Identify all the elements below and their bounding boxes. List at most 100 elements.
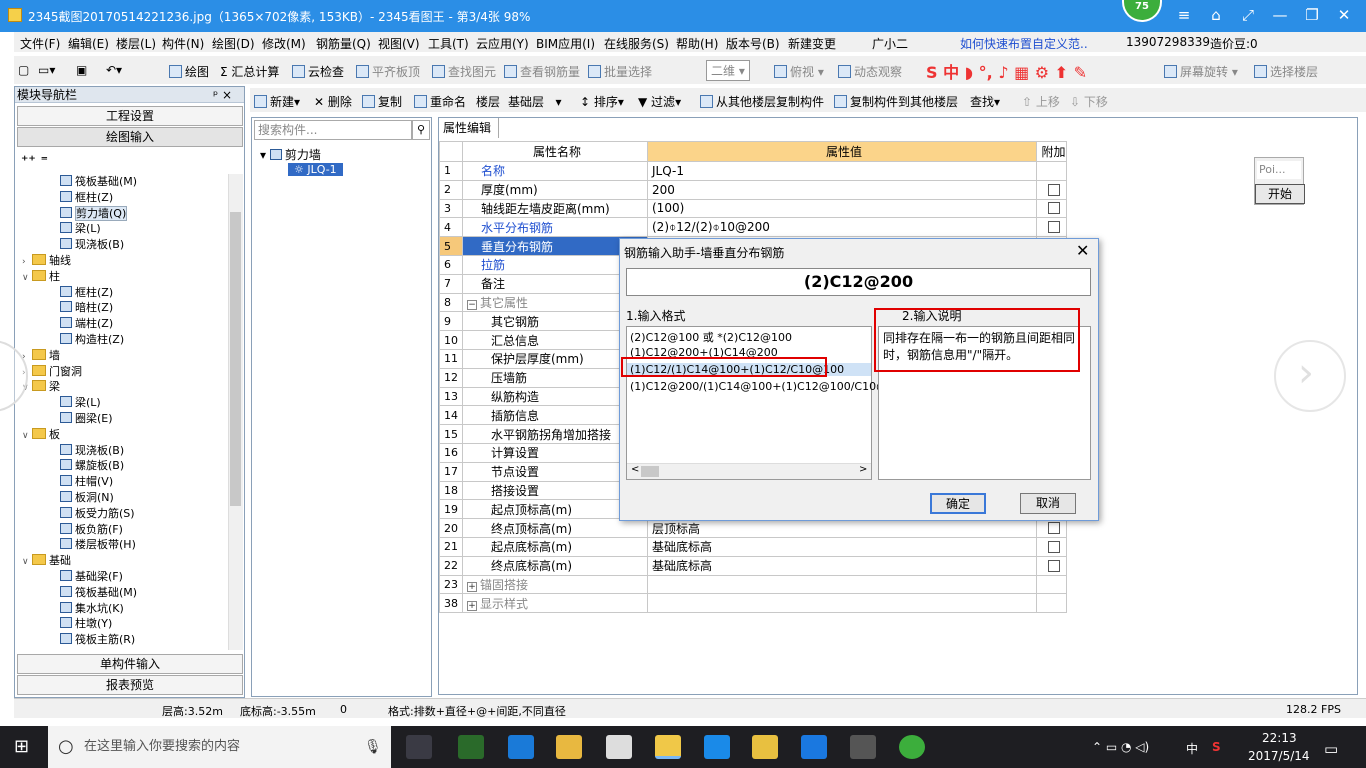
dialog-close-icon[interactable]: ✕ bbox=[1076, 241, 1089, 260]
tree-item[interactable]: › 墙 bbox=[22, 348, 60, 363]
user-account[interactable]: 13907298339 bbox=[1126, 35, 1210, 49]
extra-checkbox[interactable] bbox=[1036, 555, 1067, 576]
tree-root-shear-wall[interactable]: ▾ 剪力墙 bbox=[260, 146, 321, 163]
extra-checkbox[interactable] bbox=[1036, 198, 1067, 219]
copy-to-floor-button[interactable]: 复制构件到其他楼层 bbox=[834, 93, 958, 110]
app2-icon[interactable] bbox=[704, 735, 730, 759]
menu-file[interactable]: 文件(F) bbox=[20, 35, 60, 52]
batch-select-button[interactable]: 批量选择 bbox=[588, 63, 652, 80]
expand-collapse-icon[interactable]: ⁺⁺ ⁼ bbox=[21, 153, 48, 169]
tree-item[interactable]: 柱墩(Y) bbox=[60, 616, 112, 631]
tree-item[interactable]: 集水坑(K) bbox=[60, 601, 124, 616]
open-file-icon[interactable]: ▭▾ bbox=[38, 63, 55, 77]
property-value[interactable] bbox=[647, 593, 1037, 614]
tree-item[interactable]: › 轴线 bbox=[22, 253, 71, 268]
menu-assistant[interactable]: 广小二 bbox=[872, 35, 908, 52]
explorer-icon[interactable] bbox=[556, 735, 582, 759]
tree-item[interactable]: ∨ 梁 bbox=[22, 379, 60, 394]
pin-close-icon[interactable]: ᵖ × bbox=[213, 87, 232, 103]
tree-item[interactable]: 构造柱(Z) bbox=[60, 332, 124, 347]
extra-checkbox[interactable] bbox=[1036, 574, 1067, 595]
extra-checkbox[interactable] bbox=[1036, 593, 1067, 614]
new-file-icon[interactable]: ▢ bbox=[18, 63, 29, 77]
menu-cloud[interactable]: 云应用(Y) bbox=[476, 35, 529, 52]
help-link[interactable]: 如何快速布置自定义范.. bbox=[960, 35, 1088, 52]
rotate-screen-button[interactable]: 屏幕旋转 ▾ bbox=[1164, 63, 1238, 80]
property-value[interactable]: 层顶标高 bbox=[647, 518, 1037, 538]
tree-item[interactable]: 圈梁(E) bbox=[60, 411, 113, 426]
next-image-icon[interactable]: › bbox=[1274, 340, 1346, 412]
tree-item[interactable]: 筏板基础(M) bbox=[60, 174, 137, 189]
format-hscrollbar[interactable]: < > bbox=[627, 463, 871, 479]
tree-item[interactable]: 梁(L) bbox=[60, 221, 101, 236]
extra-checkbox[interactable] bbox=[1036, 217, 1067, 238]
menu-component[interactable]: 构件(N) bbox=[162, 35, 204, 52]
save-icon[interactable]: ▣ bbox=[76, 63, 87, 77]
tree-item[interactable]: 螺旋板(B) bbox=[60, 458, 124, 473]
tray-icons[interactable]: ⌃ ▭ ◔ ◁) bbox=[1092, 740, 1149, 754]
menu-view[interactable]: 视图(V) bbox=[378, 35, 420, 52]
menu-new-change[interactable]: 新建变更 bbox=[788, 35, 836, 52]
tree-item[interactable]: 框柱(Z) bbox=[60, 285, 113, 300]
score-badge[interactable]: 75 bbox=[1122, 0, 1162, 22]
tree-item[interactable]: 现浇板(B) bbox=[60, 443, 124, 458]
component-search-input[interactable]: 搜索构件... bbox=[254, 120, 412, 140]
property-value[interactable]: 基础底标高 bbox=[647, 536, 1037, 557]
menu-modify[interactable]: 修改(M) bbox=[262, 35, 306, 52]
tree-item[interactable]: 暗柱(Z) bbox=[60, 300, 113, 315]
property-row[interactable]: 4 水平分布钢筋 (2)⌽12/(2)⌽10@200 bbox=[439, 217, 1067, 238]
undo-icon[interactable]: ↶▾ bbox=[106, 63, 122, 77]
tree-item[interactable]: 框柱(Z) bbox=[60, 190, 113, 205]
align-slab-button[interactable]: 平齐板顶 bbox=[356, 63, 420, 80]
restore-icon[interactable]: ❐ bbox=[1302, 6, 1322, 24]
property-row[interactable]: 38 + 显示样式 bbox=[439, 593, 1067, 614]
delete-button[interactable]: ✕ 删除 bbox=[314, 93, 352, 110]
view-mode-select[interactable]: 二维 ▾ bbox=[706, 60, 750, 81]
skin-icon[interactable]: ⌂ bbox=[1206, 6, 1226, 24]
browser2-icon[interactable] bbox=[899, 735, 925, 759]
tree-item[interactable]: 筏板主筋(R) bbox=[60, 632, 135, 647]
tree-scroll-thumb[interactable] bbox=[230, 212, 241, 506]
ok-button[interactable]: 确定 bbox=[930, 493, 986, 514]
move-up-button[interactable]: ⇧ 上移 bbox=[1022, 93, 1060, 110]
property-value[interactable]: (2)⌽12/(2)⌽10@200 bbox=[647, 217, 1037, 238]
clock-date[interactable]: 2017/5/14 bbox=[1248, 749, 1310, 763]
format-item[interactable]: (1)C12@200/(1)C14@100+(1)C12@100/C10@200 bbox=[630, 380, 908, 393]
image-viewer-icon[interactable] bbox=[655, 735, 681, 759]
tree-item[interactable]: 板负筋(F) bbox=[60, 522, 123, 537]
clock-time[interactable]: 22:13 bbox=[1262, 731, 1297, 745]
menu-online[interactable]: 在线服务(S) bbox=[604, 35, 669, 52]
copy-from-floor-button[interactable]: 从其他楼层复制构件 bbox=[700, 93, 824, 110]
tree-item[interactable]: 柱帽(V) bbox=[60, 474, 113, 489]
fullscreen-icon[interactable]: ⤢ bbox=[1238, 6, 1258, 24]
floor-select[interactable]: 基础层 ▾ bbox=[508, 93, 561, 110]
tree-item[interactable]: ∨ 柱 bbox=[22, 269, 60, 284]
view-rebar-button[interactable]: 查看钢筋量 bbox=[504, 63, 580, 80]
tree-item[interactable]: 筏板基础(M) bbox=[60, 585, 137, 600]
format-item[interactable]: (2)C12@100 或 *(2)C12@100 bbox=[630, 329, 792, 345]
browser-icon[interactable] bbox=[458, 735, 484, 759]
menu-version[interactable]: 版本号(B) bbox=[726, 35, 780, 52]
notification-icon[interactable]: ▭ bbox=[1324, 740, 1338, 758]
rename-button[interactable]: 重命名 bbox=[414, 93, 466, 110]
help-app-icon[interactable] bbox=[850, 735, 876, 759]
tree-item[interactable]: 现浇板(B) bbox=[60, 237, 124, 252]
rebar-value-input[interactable]: (2)C12@200 bbox=[626, 268, 1091, 296]
menu-icon[interactable]: ≡ bbox=[1174, 6, 1194, 24]
cloud-check-button[interactable]: 云检查 bbox=[292, 63, 344, 80]
menu-tools[interactable]: 工具(T) bbox=[428, 35, 469, 52]
find-button[interactable]: 查找▾ bbox=[970, 93, 1000, 110]
search-icon[interactable]: ⚲ bbox=[412, 120, 430, 140]
property-value[interactable] bbox=[647, 574, 1037, 595]
ime-indicator[interactable]: 中 bbox=[1186, 740, 1198, 757]
property-row[interactable]: 20 终点顶标高(m) 层顶标高 bbox=[439, 518, 1067, 538]
menu-help[interactable]: 帮助(H) bbox=[676, 35, 718, 52]
property-row[interactable]: 3 轴线距左墙皮距离(mm) (100) bbox=[439, 198, 1067, 219]
tree-item[interactable]: 基础梁(F) bbox=[60, 569, 123, 584]
extra-checkbox[interactable] bbox=[1036, 518, 1067, 538]
drawing-input-button[interactable]: 绘图输入 bbox=[17, 127, 243, 147]
tab-property-edit[interactable]: 属性编辑 bbox=[439, 118, 499, 138]
property-row[interactable]: 22 终点底标高(m) 基础底标高 bbox=[439, 555, 1067, 576]
cancel-button[interactable]: 取消 bbox=[1020, 493, 1076, 514]
extra-checkbox[interactable] bbox=[1036, 179, 1067, 200]
